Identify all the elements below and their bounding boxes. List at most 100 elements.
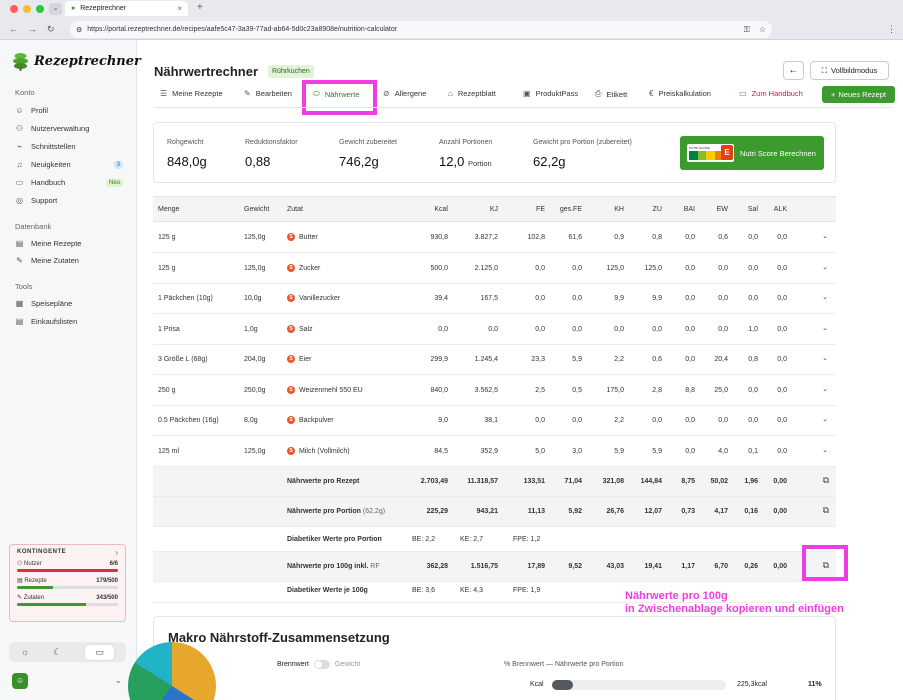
chevron-down-icon[interactable]: ⌄ (822, 324, 828, 332)
table-row[interactable]: 125 g 125,0g S Zucker 500,0 2.125,0 0,0 0,0 125,… (153, 254, 836, 284)
forward-arrow-icon[interactable]: → (28, 24, 37, 34)
chevron-down-icon[interactable]: ⌄ (822, 232, 828, 240)
energy-weight-toggle[interactable]: Brennwert Gewicht (277, 660, 360, 669)
favicon-icon: ● (71, 5, 76, 12)
nutrient-value: 0,0 (777, 234, 787, 241)
chevron-down-icon[interactable]: ⌄ (822, 385, 828, 393)
sidebar-item-neuigkeiten[interactable]: ♫ Neuigkeiten 3 (15, 160, 123, 169)
source-icon: S (287, 416, 295, 424)
nutrient-value: 20,4 (714, 356, 728, 363)
browser-tab[interactable]: ● Rezeptrechner × (65, 1, 188, 16)
more-menu-icon[interactable]: ⋮ (887, 24, 896, 35)
nutrient-value: 3.827,2 (474, 234, 498, 241)
copy-icon[interactable]: ⧉ (823, 475, 829, 486)
book-icon: ▤ (15, 239, 24, 248)
tab-allergene[interactable]: ⊘ Allergene (383, 89, 426, 98)
monitor-icon[interactable]: ▭ (85, 644, 114, 660)
sidebar-item-support[interactable]: ◎ Support (15, 196, 123, 205)
toggle-switch[interactable] (313, 660, 330, 669)
minimize-window-button[interactable] (23, 5, 31, 13)
new-recipe-button[interactable]: + Neues Rezept (822, 86, 895, 103)
moon-icon[interactable]: ☾ (53, 647, 61, 658)
copy-icon[interactable]: ⧉ (823, 505, 829, 516)
table-row[interactable]: 0.5 Päckchen (16g) 8,0g S Backpulver 9,0 38,1… (153, 406, 836, 436)
key-icon[interactable]: ⚿ (744, 25, 750, 35)
maximize-window-button[interactable] (36, 5, 44, 13)
sidebar-item-schnittstellen[interactable]: ⌁ Schnittstellen (15, 142, 123, 151)
chevron-down-icon[interactable]: ⌄ (822, 354, 828, 362)
logo[interactable]: Rezeptrechner (12, 51, 141, 71)
sidebar-item-speiseplaene[interactable]: ▦ Speisepläne (15, 299, 123, 308)
tab-list-button[interactable]: ⌄ (49, 3, 62, 15)
zutat-name: Vanillezucker (299, 294, 341, 302)
table-row[interactable]: 1 Prisa 1,0g S Salz 0,0 0,0 0,0 0,0 0,0 0,0 0,0 0,0… (153, 315, 836, 345)
quota-panel[interactable]: KONTINGENTE › ⚇ Nutzer 6/6 ▤ Rezepte 179/5… (9, 544, 126, 622)
tab-etikett[interactable]: ⎙ Etikett (595, 89, 627, 99)
tab-preiskalkulation[interactable]: € Preiskalkulation (649, 89, 711, 98)
sidebar-item-label: Neuigkeiten (31, 160, 71, 169)
sun-icon[interactable]: ☼ (21, 647, 29, 657)
tab-produktpass[interactable]: ▣ ProduktPass (523, 89, 578, 98)
sidebar-item-meine-zutaten[interactable]: ✎ Meine Zutaten (15, 256, 123, 265)
col-alk: ALK (773, 206, 787, 213)
sidebar-item-einkaufslisten[interactable]: ▤ Einkaufslisten (15, 317, 123, 326)
sidebar-item-label: Handbuch (31, 178, 66, 187)
address-bar[interactable]: ⚙ https://portal.rezeptrechner.de/recipe… (70, 21, 772, 38)
chevron-right-icon[interactable]: › (115, 548, 118, 557)
theme-switcher: ☼ ☾ ▭ (9, 642, 126, 662)
diabetic-label: Diabetiker Werte pro Portion (287, 536, 382, 543)
section-datenbank: Datenbank (15, 222, 52, 231)
kcal-value: 225,3kcal (737, 681, 767, 688)
back-arrow-icon[interactable]: ← (9, 24, 18, 34)
close-window-button[interactable] (10, 5, 18, 13)
window-controls[interactable] (10, 5, 44, 13)
quota-label: Zutaten (23, 594, 45, 601)
quota-row: ⚇ Nutzer 6/6 (17, 560, 118, 568)
avatar[interactable]: ☺ (12, 673, 28, 689)
close-tab-icon[interactable]: × (177, 4, 182, 13)
nutrient-value: 0,0 (777, 417, 787, 424)
nutrient-value: 25,0 (714, 386, 728, 394)
sidebar-item-handbuch[interactable]: ▭ Handbuch Neu (15, 178, 123, 187)
col-kj: KJ (489, 206, 498, 213)
chevron-down-icon[interactable]: ⌄ (822, 263, 828, 271)
chevron-down-icon[interactable]: ⌄ (115, 676, 122, 685)
tab-rezeptblatt[interactable]: ⌂ Rezeptblatt (448, 89, 496, 98)
chevron-down-icon[interactable]: ⌄ (822, 415, 828, 423)
sidebar-item-nutzerverwaltung[interactable]: ⚇ Nutzerverwaltung (15, 124, 123, 133)
stat-gewicht-zubereitet: Gewicht zubereitet 746,2g (339, 139, 397, 169)
tab-zum-handbuch[interactable]: ▭ Zum Handbuch (739, 89, 803, 98)
quota-bar-fill (17, 603, 87, 606)
col-fe: FE (536, 206, 545, 213)
table-row[interactable]: 1 Päckchen (10g) 10,0g S Vanillezucker 39,4 1… (153, 284, 836, 314)
nutrient-value: 1.245,4 (474, 356, 498, 363)
table-row[interactable]: 125 g 125,0g S Butter 930,8 3.827,2 102,8 61,6 0… (153, 223, 836, 253)
tab-bearbeiten[interactable]: ✎ Bearbeiten (244, 89, 292, 98)
nutrient-value: 0,0 (685, 295, 695, 302)
chef-hat-icon: ⌂ (448, 89, 453, 98)
table-row[interactable]: 125 ml 125,0g S Milch (Vollmilch) 84,5 352,9 5… (153, 437, 836, 467)
tab-divider (154, 107, 893, 108)
annotation-line-1: Nährwerte pro 100g (625, 590, 728, 602)
nutrient-value: 0,0 (685, 447, 695, 455)
user-icon: ☺ (15, 106, 24, 115)
fullscreen-button[interactable]: ⛶ Vollbildmodus (810, 61, 889, 80)
new-tab-button[interactable]: + (197, 2, 203, 13)
stat-reduktionsfaktor: Reduktionsfaktor 0,88 (245, 139, 298, 169)
sidebar-item-profil[interactable]: ☺ Profil (15, 106, 123, 115)
table-row[interactable]: 3 Größe L (68g) 204,0g S Eier 299,9 1.245,4 23… (153, 345, 836, 375)
table-row[interactable]: 250 g 250,0g S Weizenmehl 550 EU 840,0 3.562,… (153, 376, 836, 406)
reload-icon[interactable]: ↻ (47, 24, 55, 35)
site-info-icon[interactable]: ⚙ (76, 26, 82, 34)
nutrient-value: 1.516,75 (470, 563, 498, 570)
back-button[interactable]: ← (783, 61, 804, 80)
chevron-down-icon[interactable]: ⌄ (822, 293, 828, 301)
nutri-score-button[interactable]: NUTRI-SCORE E Nutri Score Berechnen (680, 136, 824, 170)
nutrient-value: 11,13 (527, 508, 545, 515)
star-icon[interactable]: ☆ (759, 25, 766, 35)
tab-meine-rezepte[interactable]: ☰ Meine Rezepte (160, 89, 223, 98)
zutat-cell: S Milch (Vollmilch) (287, 446, 350, 455)
nutrient-value: 2,2 (614, 356, 624, 363)
sidebar-item-meine-rezepte[interactable]: ▤ Meine Rezepte (15, 239, 123, 248)
chevron-down-icon[interactable]: ⌄ (822, 446, 828, 454)
